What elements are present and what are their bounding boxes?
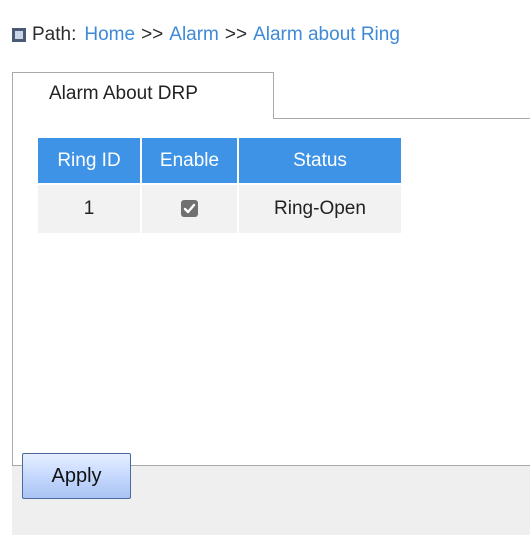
column-header-enable: Enable bbox=[142, 138, 239, 183]
enable-cell bbox=[142, 183, 239, 233]
breadcrumb-separator: >> bbox=[141, 24, 164, 45]
apply-button[interactable]: Apply bbox=[22, 453, 131, 499]
path-label: Path: bbox=[32, 24, 77, 45]
column-header-status: Status bbox=[239, 138, 401, 183]
ring-alarm-table: Ring ID Enable Status 1 Ring-Open bbox=[38, 138, 401, 233]
ring-id-cell: 1 bbox=[38, 183, 142, 233]
tab-alarm-about-drp[interactable]: Alarm About DRP bbox=[12, 72, 274, 119]
breadcrumb: Path: Home >> Alarm >> Alarm about Ring bbox=[12, 22, 400, 48]
breadcrumb-alarm-about-ring-link[interactable]: Alarm about Ring bbox=[253, 24, 400, 46]
status-cell: Ring-Open bbox=[239, 183, 401, 233]
breadcrumb-separator: >> bbox=[224, 24, 248, 45]
table-row: 1 Ring-Open bbox=[38, 183, 401, 233]
enable-checkbox[interactable] bbox=[181, 200, 198, 218]
column-header-ring-id: Ring ID bbox=[38, 138, 142, 183]
square-bullet-icon bbox=[12, 28, 26, 42]
breadcrumb-alarm-link[interactable]: Alarm bbox=[169, 24, 219, 46]
table-header-row: Ring ID Enable Status bbox=[38, 138, 401, 183]
breadcrumb-home-link[interactable]: Home bbox=[84, 24, 135, 46]
checkmark-icon bbox=[183, 204, 196, 214]
